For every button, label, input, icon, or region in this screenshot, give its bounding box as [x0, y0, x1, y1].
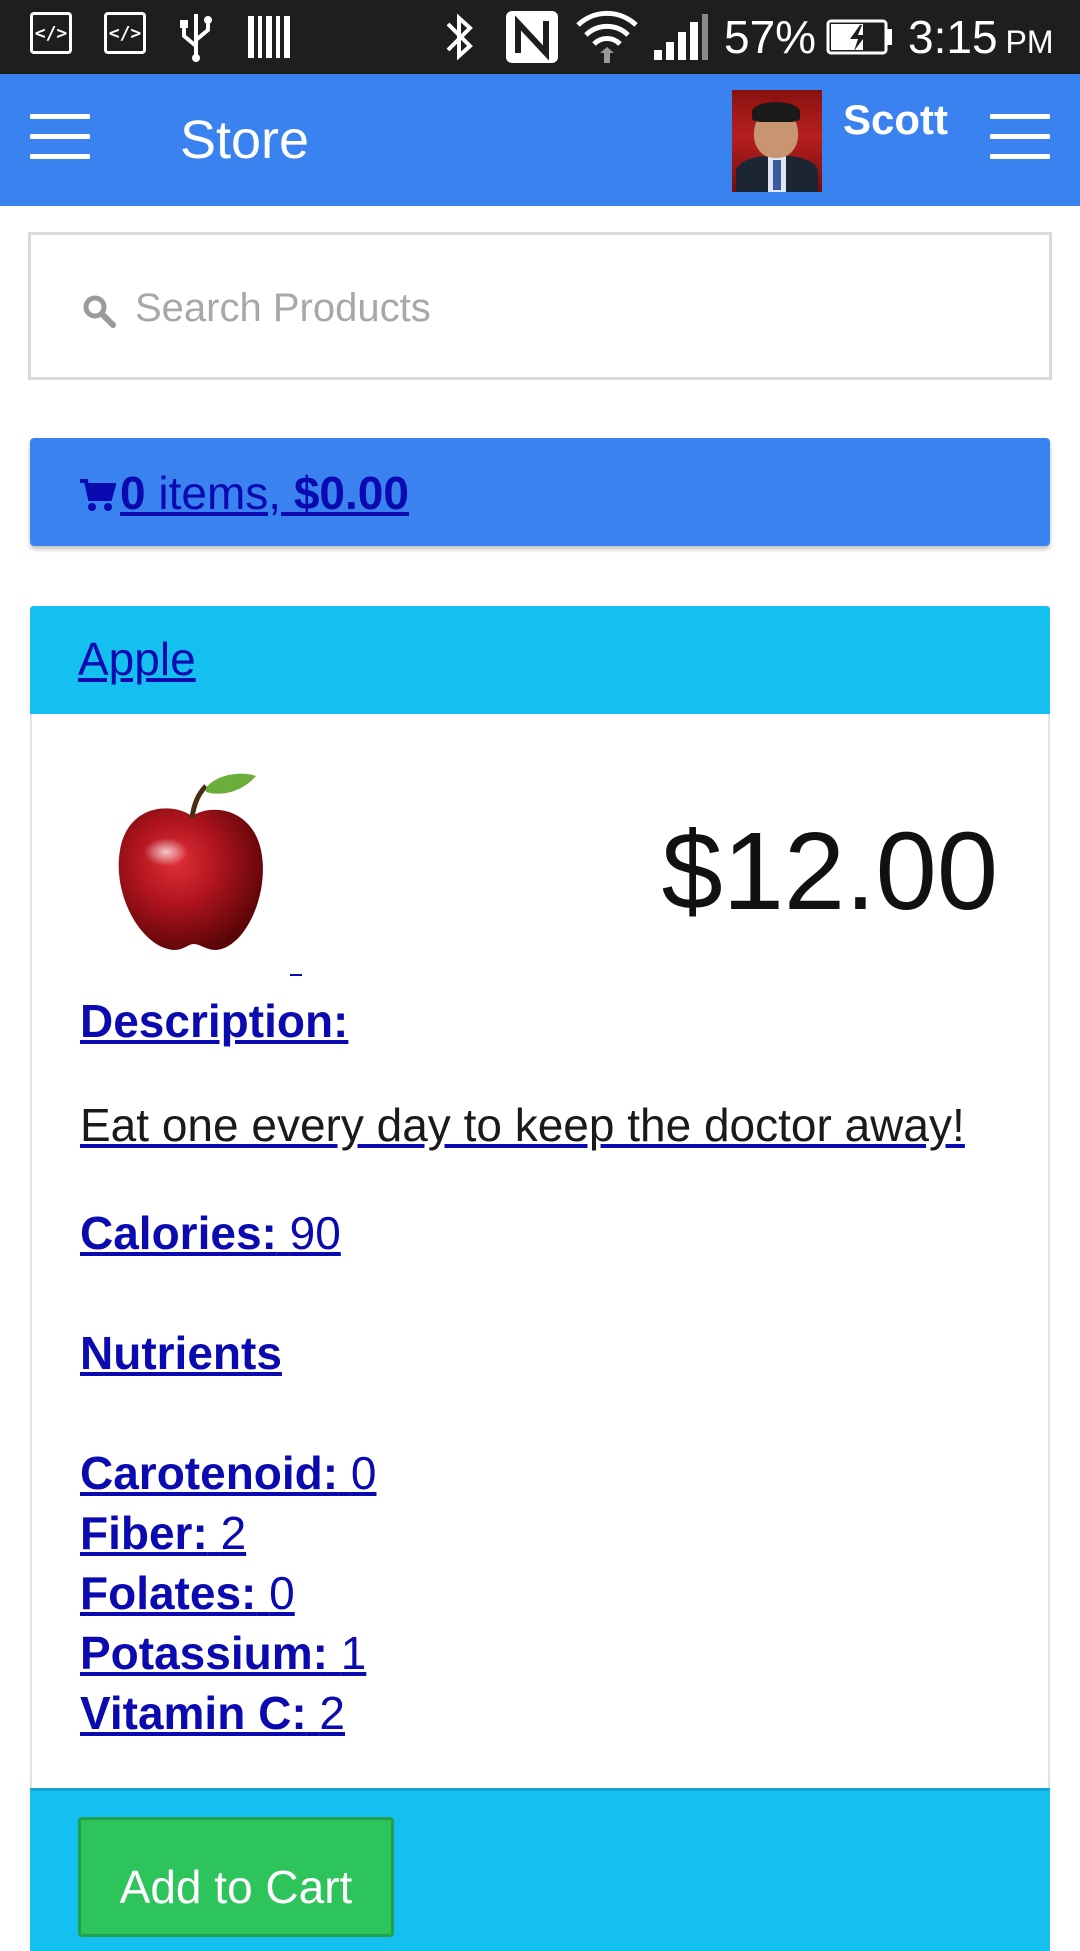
- time-value: 3:15: [908, 11, 998, 63]
- nutrient-item[interactable]: Fiber: 2: [80, 1506, 246, 1560]
- battery-percent: 57%: [724, 11, 817, 63]
- nutrient-label: Carotenoid:: [80, 1447, 339, 1499]
- shopping-cart-icon: [80, 479, 116, 511]
- description-link[interactable]: Eat one every day to keep the doctor awa…: [80, 1098, 965, 1152]
- nutrient-label: Vitamin C:: [80, 1687, 307, 1739]
- usb-icon: [172, 12, 220, 62]
- nutrient-item[interactable]: Potassium: 1: [80, 1626, 366, 1680]
- app-bar: Store Scott: [0, 74, 1080, 206]
- calories-value: 90: [289, 1207, 341, 1259]
- cart-total: $0.00: [293, 467, 409, 519]
- product-card: Apple $12.00 Description: Eat one every …: [30, 606, 1050, 1951]
- clock-time: 3:15 PM: [908, 8, 1054, 71]
- developer-code-icon: </>: [30, 12, 72, 54]
- description-text: Eat one every day to keep the doctor awa…: [80, 1099, 965, 1151]
- barcode-icon: [246, 12, 292, 62]
- user-menu-icon[interactable]: [990, 114, 1050, 159]
- user-name[interactable]: Scott: [843, 96, 948, 144]
- developer-code-icon: </>: [104, 12, 146, 54]
- product-card-header: Apple: [30, 606, 1050, 714]
- nutrient-value: 0: [350, 1447, 377, 1499]
- nutrient-item[interactable]: Folates: 0: [80, 1566, 295, 1620]
- product-name-link[interactable]: Apple: [78, 632, 196, 686]
- wifi-icon: [574, 10, 640, 63]
- search-box: [28, 232, 1052, 380]
- search-input[interactable]: [133, 275, 1017, 341]
- bluetooth-icon: [440, 12, 480, 62]
- nutrient-label: Fiber:: [80, 1507, 208, 1559]
- avatar[interactable]: [732, 90, 822, 192]
- calories-link[interactable]: Calories: 90: [80, 1206, 341, 1260]
- time-ampm: PM: [1005, 24, 1054, 60]
- description-label[interactable]: Description:: [80, 994, 348, 1048]
- apple-product-image[interactable]: [102, 768, 282, 958]
- nfc-icon: [504, 11, 560, 63]
- nutrient-item[interactable]: Vitamin C: 2: [80, 1686, 345, 1740]
- nutrient-label: Potassium:: [80, 1627, 328, 1679]
- cart-items-label: items,: [145, 467, 294, 519]
- calories-label: Calories:: [80, 1207, 277, 1259]
- menu-icon[interactable]: [30, 114, 90, 159]
- nutrient-value: 1: [340, 1627, 367, 1679]
- cart-summary-link[interactable]: 0 items, $0.00: [78, 466, 409, 520]
- image-link-underline: [290, 974, 302, 976]
- cart-summary-bar: 0 items, $0.00: [30, 438, 1050, 546]
- nutrient-label: Folates:: [80, 1567, 257, 1619]
- nutrient-value: 2: [319, 1687, 346, 1739]
- nutrient-item[interactable]: Carotenoid: 0: [80, 1446, 376, 1500]
- nutrient-value: 0: [269, 1567, 295, 1619]
- battery-charging-icon: [826, 12, 894, 62]
- add-to-cart-button[interactable]: Add to Cart: [78, 1817, 394, 1937]
- status-bar: </> </> 57% 3:15 PM: [0, 0, 1080, 74]
- cart-count: 0: [120, 467, 146, 519]
- product-price: $12.00: [661, 810, 998, 933]
- nutrient-value: 2: [220, 1507, 247, 1559]
- product-card-footer: Add to Cart: [30, 1788, 1050, 1951]
- nutrients-heading[interactable]: Nutrients: [80, 1326, 282, 1380]
- signal-icon: [652, 12, 710, 62]
- search-icon: [83, 295, 116, 328]
- page-title: Store: [180, 110, 310, 170]
